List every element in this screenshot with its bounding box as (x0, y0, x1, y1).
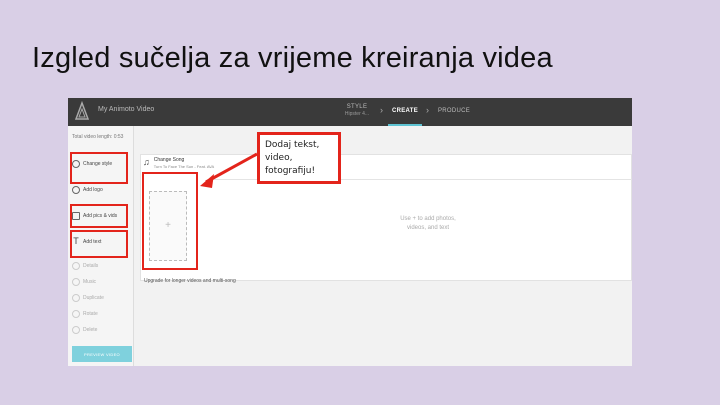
callout-box: Dodaj tekst, video, fotografiju! (257, 132, 341, 184)
slide-title: Izgled sučelja za vrijeme kreiranja vide… (32, 42, 553, 74)
app-window: My Animoto Video STYLE Hipster 4... › CR… (68, 98, 632, 366)
arrow-icon (200, 152, 258, 188)
